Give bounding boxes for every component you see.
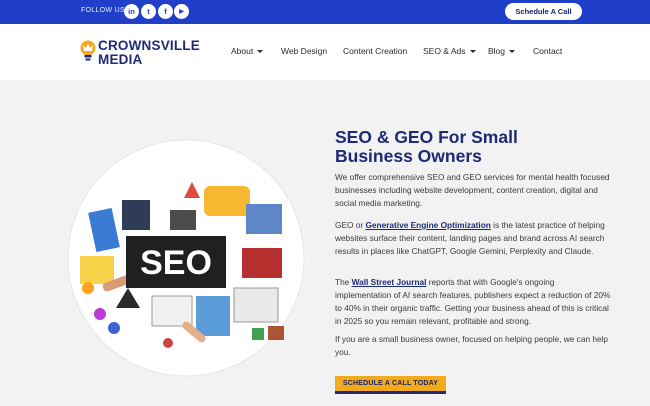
nav-label: Content Creation — [343, 46, 408, 56]
twitter-icon[interactable]: t — [141, 4, 156, 19]
nav-label: Contact — [533, 46, 563, 56]
nav-web-design[interactable]: Web Design — [281, 46, 327, 56]
lightbulb-logo-icon[interactable] — [79, 39, 97, 63]
nav-label: SEO & Ads — [423, 46, 466, 56]
geo-paragraph-pre: GEO or — [335, 220, 366, 230]
chevron-down-icon — [257, 50, 264, 54]
intro-paragraph: We offer comprehensive SEO and GEO servi… — [335, 172, 610, 208]
logo-text-line2[interactable]: MEDIA — [98, 52, 143, 67]
linkedin-icon[interactable]: in — [124, 4, 139, 19]
small-business-paragraph: If you are a small business owner, focus… — [335, 334, 609, 357]
page-title-line1: SEO & GEO For Small — [335, 127, 518, 147]
site-header: CROWNSVILLE MEDIA About Web Design Conte… — [0, 24, 650, 80]
wall-street-journal-link[interactable]: Wall Street Journal — [352, 277, 427, 287]
nav-content-creation[interactable]: Content Creation — [343, 46, 407, 56]
seo-text: SEO — [140, 244, 212, 282]
nav-contact[interactable]: Contact — [533, 46, 562, 56]
page-title-line2: Business Owners — [335, 146, 482, 166]
nav-seo-ads[interactable]: SEO & Ads — [423, 46, 476, 56]
follow-us-label: FOLLOW US: — [81, 7, 128, 14]
nav-label: Web Design — [281, 46, 328, 56]
nav-about[interactable]: About — [231, 46, 264, 56]
top-bar: FOLLOW US: in t f ▶ Schedule A Call — [0, 0, 650, 24]
chevron-down-icon — [509, 50, 516, 54]
wsj-paragraph: The Wall Street Journal reports that wit… — [335, 276, 611, 328]
seo-illustration: SEO — [67, 139, 305, 377]
page-title: SEO & GEO For Small Business Owners — [335, 128, 635, 166]
nav-label: About — [231, 46, 254, 56]
facebook-icon[interactable]: f — [158, 4, 173, 19]
nav-label: Blog — [488, 46, 506, 56]
chevron-down-icon — [469, 50, 476, 54]
youtube-icon[interactable]: ▶ — [174, 4, 189, 19]
generative-engine-optimization-link[interactable]: Generative Engine Optimization — [365, 220, 490, 230]
geo-paragraph: GEO or Generative Engine Optimization is… — [335, 219, 611, 258]
logo-text-line1[interactable]: CROWNSVILLE — [98, 38, 200, 53]
schedule-call-today-button[interactable]: SCHEDULE A CALL TODAY — [335, 376, 446, 394]
nav-blog[interactable]: Blog — [488, 46, 516, 56]
wsj-paragraph-pre: The — [335, 277, 352, 287]
schedule-call-button[interactable]: Schedule A Call — [505, 3, 582, 20]
